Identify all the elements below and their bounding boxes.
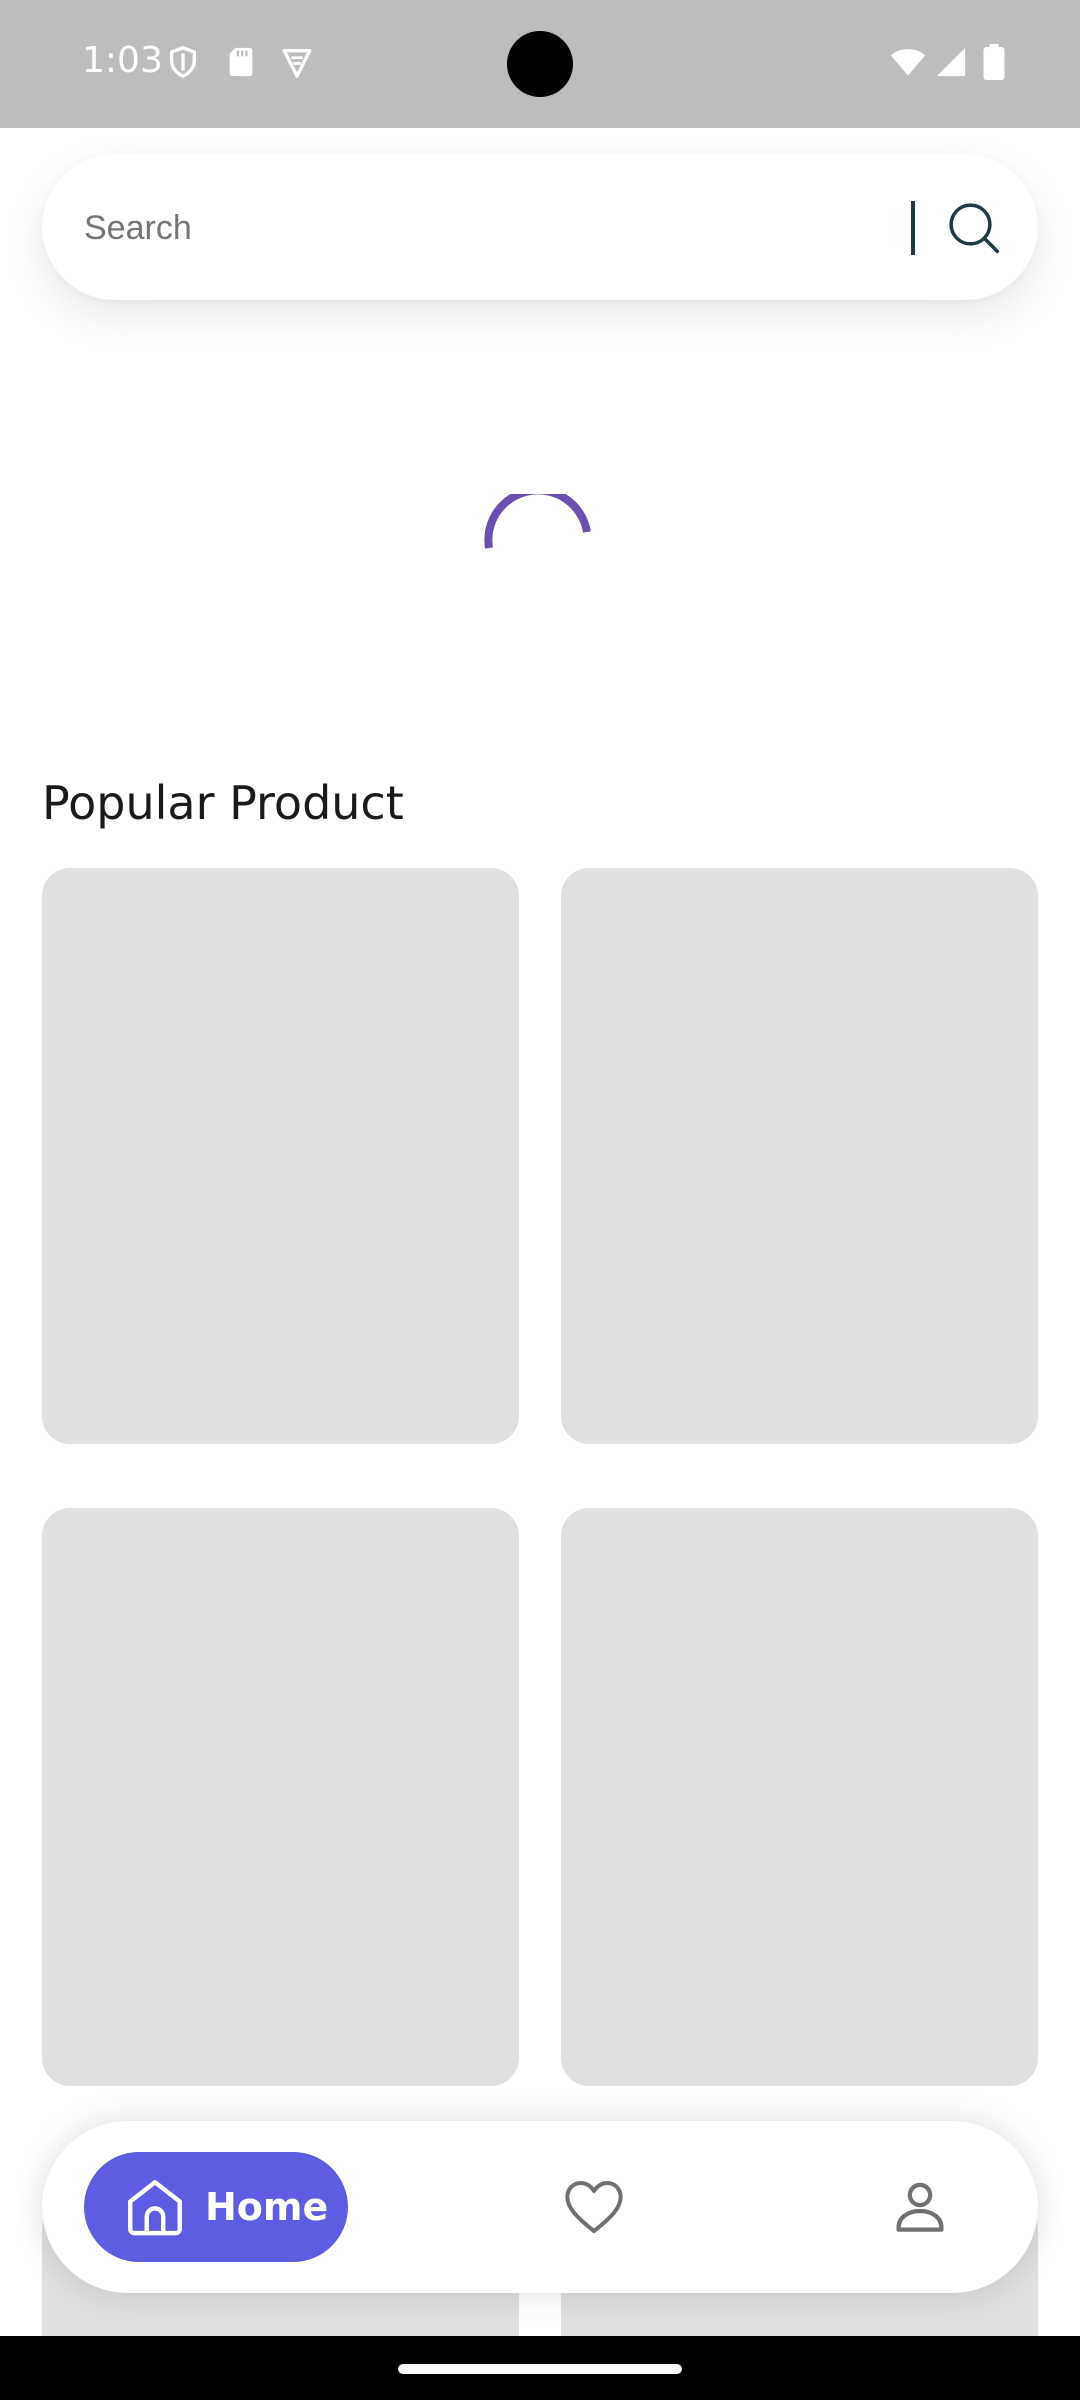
product-card-placeholder[interactable] bbox=[561, 868, 1038, 1444]
system-navigation-bar bbox=[0, 2336, 1080, 2400]
product-card-placeholder[interactable] bbox=[561, 1508, 1038, 2086]
search-icon[interactable] bbox=[946, 200, 1002, 256]
front-camera bbox=[507, 31, 573, 97]
sd-card-icon bbox=[229, 47, 253, 77]
shield-icon bbox=[169, 46, 197, 79]
status-bar: 1:03 bbox=[0, 0, 1080, 128]
section-title-popular-product: Popular Product bbox=[42, 776, 404, 830]
battery-icon bbox=[983, 44, 1005, 80]
text-cursor bbox=[911, 201, 915, 255]
vpn-icon bbox=[282, 48, 312, 78]
cell-signal-icon bbox=[936, 47, 966, 77]
status-time: 1:03 bbox=[82, 40, 163, 81]
heart-icon[interactable] bbox=[562, 2175, 626, 2239]
nav-home-label: Home bbox=[205, 2185, 329, 2229]
profile-icon[interactable] bbox=[888, 2175, 952, 2239]
loading-spinner bbox=[484, 494, 591, 549]
nav-home-button[interactable]: Home bbox=[84, 2152, 348, 2262]
product-card-placeholder[interactable] bbox=[42, 1508, 519, 2086]
home-gesture-handle[interactable] bbox=[398, 2364, 682, 2374]
product-card-placeholder[interactable] bbox=[42, 868, 519, 1444]
search-input[interactable] bbox=[82, 154, 886, 302]
bottom-navigation: Home bbox=[42, 2121, 1038, 2293]
search-bar[interactable] bbox=[42, 154, 1038, 302]
home-icon bbox=[128, 2180, 182, 2236]
wifi-icon bbox=[890, 49, 926, 76]
